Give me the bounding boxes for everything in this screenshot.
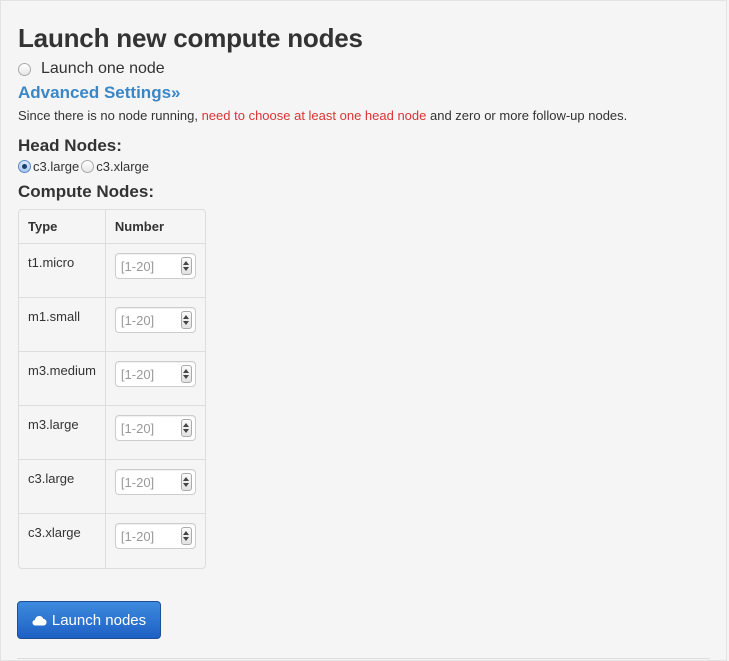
notice-highlight: need to choose at least one head node: [201, 108, 427, 123]
cloud-icon: [32, 615, 47, 625]
compute-nodes-heading: Compute Nodes:: [18, 182, 154, 201]
head-node-option-c3-large[interactable]: c3.large: [18, 159, 81, 174]
spin-down-icon[interactable]: [183, 483, 190, 487]
compute-nodes-table: Type Number t1.micro [1-20] m1.small [1-…: [18, 209, 206, 569]
launch-form: Launch new compute nodes Launch one node…: [18, 19, 709, 569]
advanced-settings-link[interactable]: Advanced Settings»: [18, 83, 181, 103]
table-row: t1.micro [1-20]: [19, 244, 205, 298]
node-number-cell: [1-20]: [105, 406, 205, 460]
stepper-placeholder: [1-20]: [120, 474, 155, 490]
quantity-stepper[interactable]: [1-20]: [114, 307, 196, 333]
launch-panel: Launch new compute nodes Launch one node…: [0, 0, 727, 661]
notice-text: Since there is no node running, need to …: [18, 107, 709, 125]
notice-after: and zero or more follow-up nodes.: [426, 108, 628, 123]
spin-buttons[interactable]: [180, 257, 192, 275]
node-type-cell: c3.xlarge: [19, 514, 106, 568]
head-nodes-options: c3.large c3.xlarge: [18, 157, 709, 175]
spin-down-icon[interactable]: [183, 321, 190, 325]
head-node-label: c3.large: [33, 158, 80, 174]
quantity-stepper[interactable]: [1-20]: [114, 361, 196, 387]
spin-down-icon[interactable]: [183, 375, 190, 379]
launch-one-label: Launch one node: [41, 60, 165, 77]
quantity-stepper[interactable]: [1-20]: [114, 253, 196, 279]
node-type-cell: t1.micro: [19, 244, 106, 298]
launch-one-option[interactable]: Launch one node: [18, 59, 709, 79]
head-node-option-c3-xlarge[interactable]: c3.xlarge: [81, 159, 151, 174]
quantity-stepper[interactable]: [1-20]: [114, 523, 196, 549]
spin-buttons[interactable]: [180, 473, 192, 491]
spin-buttons[interactable]: [180, 527, 192, 545]
spin-buttons[interactable]: [180, 419, 192, 437]
spin-up-icon[interactable]: [183, 315, 190, 319]
spin-down-icon[interactable]: [183, 267, 190, 271]
table-row: c3.xlarge [1-20]: [19, 514, 205, 568]
launch-nodes-label: Launch nodes: [51, 611, 147, 629]
node-number-cell: [1-20]: [105, 244, 205, 298]
node-type-cell: m3.large: [19, 406, 106, 460]
node-number-cell: [1-20]: [105, 298, 205, 352]
notice-before: Since there is no node running,: [18, 108, 202, 123]
stepper-placeholder: [1-20]: [120, 366, 155, 382]
table-row: m3.medium [1-20]: [19, 352, 205, 406]
node-type-cell: c3.large: [19, 460, 106, 514]
divider: [17, 658, 710, 659]
column-header-number: Number: [105, 210, 205, 244]
spin-up-icon[interactable]: [183, 369, 190, 373]
spin-up-icon[interactable]: [183, 477, 190, 481]
spin-down-icon[interactable]: [183, 537, 190, 541]
spin-buttons[interactable]: [180, 365, 192, 383]
table-header-row: Type Number: [19, 210, 205, 244]
stepper-placeholder: [1-20]: [120, 420, 155, 436]
head-node-radio-c3-large[interactable]: [18, 159, 31, 173]
spin-up-icon[interactable]: [183, 261, 190, 265]
node-number-cell: [1-20]: [106, 514, 205, 568]
page-title: Launch new compute nodes: [18, 23, 363, 53]
stepper-placeholder: [1-20]: [120, 528, 155, 544]
table-row: c3.large [1-20]: [19, 460, 205, 514]
node-type-cell: m3.medium: [19, 352, 106, 406]
spin-up-icon[interactable]: [183, 423, 190, 427]
head-node-radio-c3-xlarge[interactable]: [81, 159, 95, 173]
node-number-cell: [1-20]: [105, 460, 205, 514]
node-number-cell: [1-20]: [105, 352, 205, 406]
head-node-label: c3.xlarge: [96, 158, 149, 174]
spin-down-icon[interactable]: [183, 429, 190, 433]
head-nodes-heading: Head Nodes:: [18, 136, 122, 155]
stepper-placeholder: [1-20]: [120, 312, 155, 328]
table-row: m3.large [1-20]: [19, 406, 205, 460]
spin-up-icon[interactable]: [183, 531, 190, 535]
table-row: m1.small [1-20]: [19, 298, 205, 352]
launch-nodes-button[interactable]: Launch nodes: [17, 601, 161, 639]
spin-buttons[interactable]: [180, 311, 192, 329]
stepper-placeholder: [1-20]: [120, 258, 155, 274]
column-header-type: Type: [19, 210, 106, 244]
quantity-stepper[interactable]: [1-20]: [114, 469, 196, 495]
node-type-cell: m1.small: [19, 298, 106, 352]
launch-one-radio[interactable]: [18, 62, 31, 76]
quantity-stepper[interactable]: [1-20]: [114, 415, 196, 441]
